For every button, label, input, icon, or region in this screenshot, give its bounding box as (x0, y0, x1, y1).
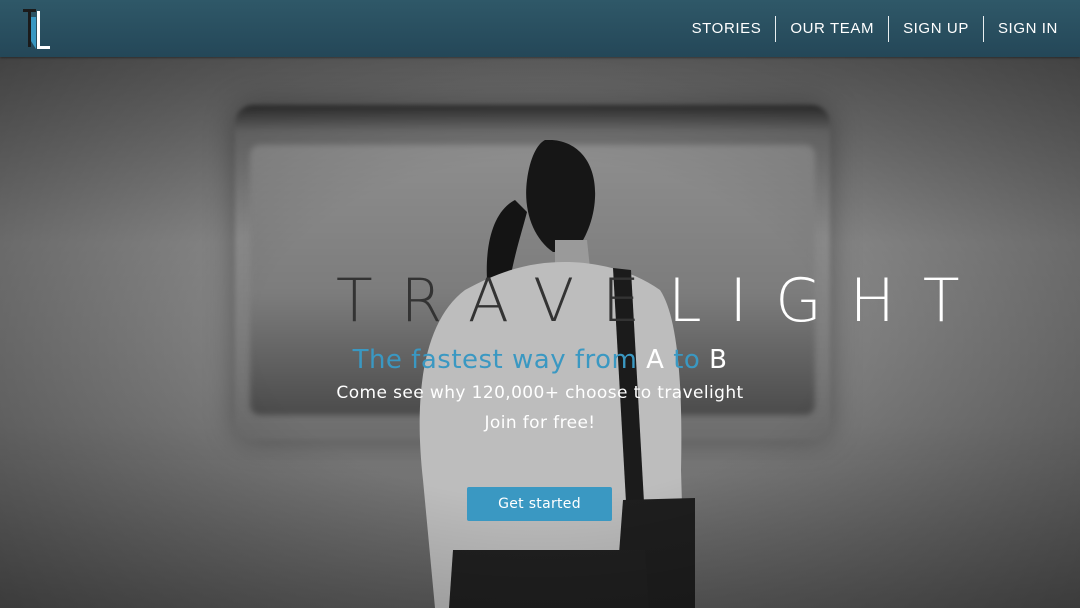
tagline-point-b: B (709, 345, 728, 375)
hero-subline: Come see why 120,000+ choose to travelig… (336, 383, 744, 403)
nav-our-team-link[interactable]: OUR TEAM (776, 16, 888, 42)
nav-sign-in-link[interactable]: SIGN IN (984, 16, 1072, 42)
tagline-part-2: to (673, 345, 701, 375)
travelight-wordmark: TRAVELIGHT (336, 271, 959, 331)
tagline-point-a: A (646, 345, 665, 375)
get-started-button[interactable]: Get started (467, 487, 612, 521)
hero-tagline: The fastest way from A to B (0, 345, 1080, 375)
wordmark-dark-part: TRAVE (336, 266, 669, 336)
top-navbar: STORIES OUR TEAM SIGN UP SIGN IN (0, 0, 1080, 57)
wordmark-light-part: LIGHT (668, 266, 988, 336)
main-nav: STORIES OUR TEAM SIGN UP SIGN IN (678, 16, 1072, 42)
travelight-logo-icon[interactable] (22, 7, 56, 51)
tagline-part-1: The fastest way from (352, 345, 638, 375)
nav-stories-link[interactable]: STORIES (678, 16, 776, 42)
hero-join-text: Join for free! (484, 413, 596, 433)
nav-sign-up-link[interactable]: SIGN UP (889, 16, 983, 42)
